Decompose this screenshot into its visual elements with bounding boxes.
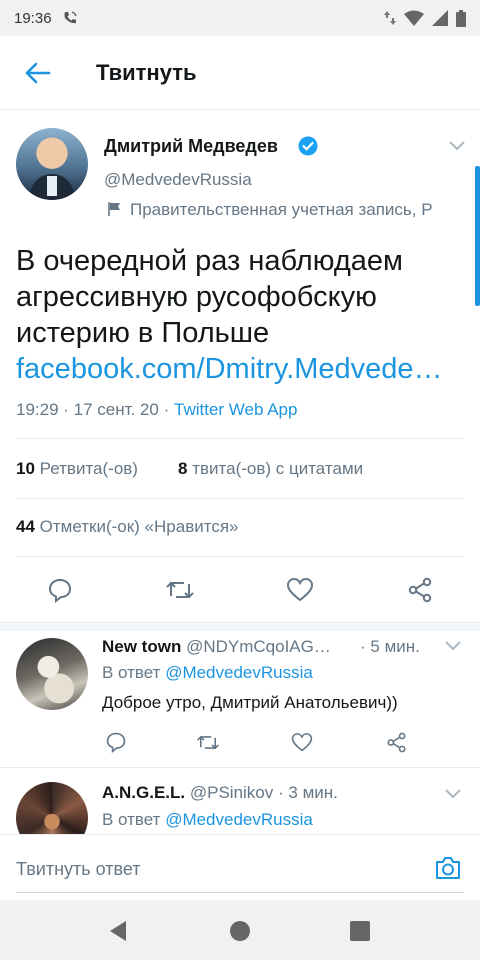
reply-card[interactable]: A.N.G.E.L. @PSinikov · 3 мин. В ответ @M… [0, 768, 480, 834]
like-button[interactable] [288, 728, 316, 756]
top-app-bar: Твитнуть [0, 36, 480, 110]
status-bar: 19:36 [0, 0, 480, 36]
author-name[interactable]: Дмитрий Медведев [104, 136, 278, 157]
tweet-text-line: агрессивную русофобскую [16, 281, 377, 313]
reply-to-handle[interactable]: @MedvedevRussia [165, 663, 313, 682]
reply-time: · 5 мин. [360, 637, 420, 656]
retweet-stats[interactable]: 10 Ретвита(-ов) [16, 459, 138, 479]
reply-to-prefix: В ответ [102, 663, 161, 682]
reply-icon [105, 731, 127, 753]
verified-badge-icon [298, 136, 318, 156]
divider [16, 438, 464, 439]
share-icon [407, 577, 433, 603]
author-handle[interactable]: @MedvedevRussia [104, 170, 252, 190]
reply-to-handle[interactable]: @MedvedevRussia [165, 810, 313, 829]
share-icon [386, 732, 407, 753]
reply-to-line: В ответ @MedvedevRussia [102, 663, 313, 683]
heart-icon [286, 577, 314, 603]
reply-button[interactable] [40, 570, 80, 610]
reply-author-name[interactable]: A.N.G.E.L. [102, 783, 185, 802]
share-button[interactable] [382, 728, 410, 756]
reply-header: A.N.G.E.L. @PSinikov · 3 мин. [102, 783, 338, 803]
reply-card[interactable]: New town @NDYmCqoIAG… · 5 мин. В ответ @… [0, 630, 480, 766]
reply-to-line: В ответ @MedvedevRussia [102, 810, 313, 830]
nav-back-icon[interactable] [108, 920, 128, 942]
battery-icon [456, 9, 466, 27]
nav-home-icon[interactable] [229, 920, 251, 942]
tweet-text-line: В очередной раз наблюдаем [16, 245, 403, 277]
quote-stats[interactable]: 8 твита(-ов) с цитатами [178, 459, 363, 479]
heart-icon [291, 732, 313, 753]
like-stats[interactable]: 44 Отметки(-ок) «Нравится» [16, 517, 239, 537]
reply-avatar[interactable] [16, 782, 88, 834]
compose-reply-bar: Твитнуть ответ [0, 834, 480, 900]
tweet-source[interactable]: Twitter Web App [174, 400, 297, 419]
reply-author-name[interactable]: New town [102, 637, 181, 656]
divider [16, 498, 464, 499]
tweet-text-line: истерию в Польше [16, 317, 270, 349]
arrow-left-icon [25, 62, 51, 84]
retweet-button[interactable] [160, 570, 200, 610]
tweet-text: В очередной раз наблюдаем агрессивную ру… [16, 243, 466, 387]
reply-author-handle[interactable]: @NDYmCqoIAG… [186, 637, 331, 656]
reply-time: · 3 мин. [278, 783, 338, 802]
compose-reply-input[interactable]: Твитнуть ответ [16, 859, 141, 880]
back-button[interactable] [2, 36, 74, 110]
system-navigation-bar [0, 900, 480, 960]
compose-underline [16, 892, 464, 893]
reply-time-value: 5 мин. [370, 637, 420, 656]
reply-avatar[interactable] [16, 638, 88, 710]
camera-icon[interactable] [434, 855, 462, 881]
wifi-icon [404, 10, 424, 26]
reply-header: New town @NDYmCqoIAG… [102, 637, 331, 657]
reply-icon [47, 577, 73, 603]
likes-label: Отметки(-ок) «Нравится» [39, 517, 239, 536]
share-button[interactable] [400, 570, 440, 610]
status-time: 19:36 [14, 9, 52, 27]
signal-icon [432, 10, 448, 26]
reply-time-value: 3 мин. [288, 783, 338, 802]
nav-recents-icon[interactable] [350, 921, 370, 941]
likes-count: 44 [16, 517, 35, 536]
divider [16, 556, 464, 557]
retweet-icon [165, 577, 195, 603]
retweets-count: 10 [16, 459, 35, 478]
retweet-icon [196, 732, 220, 753]
tweet-time: 19:29 [16, 400, 59, 419]
reply-to-prefix: В ответ [102, 810, 161, 829]
chevron-down-icon[interactable] [444, 640, 462, 652]
reply-button[interactable] [102, 728, 130, 756]
chevron-down-icon[interactable] [444, 788, 462, 800]
quotes-count: 8 [178, 459, 188, 478]
quotes-label: твита(-ов) с цитатами [192, 459, 364, 478]
tweet-meta: 19:29 · 17 сент. 20 · Twitter Web App [16, 400, 298, 419]
flag-icon [107, 201, 123, 217]
scrollbar[interactable] [475, 166, 480, 306]
divider [0, 622, 480, 630]
data-arrows-icon [384, 10, 396, 26]
account-label: Правительственная учетная запись, Р [130, 200, 433, 219]
retweet-button[interactable] [194, 728, 222, 756]
author-avatar[interactable] [16, 128, 88, 200]
tweet-date: 17 сент. 20 [73, 400, 159, 419]
retweets-label: Ретвита(-ов) [39, 459, 138, 478]
page-title: Твитнуть [96, 59, 197, 85]
tweet-link[interactable]: facebook.com/Dmitry.Medvede… [16, 351, 466, 387]
chevron-down-icon[interactable] [448, 140, 466, 152]
wifi-call-icon [62, 10, 78, 26]
reply-author-handle[interactable]: @PSinikov [190, 783, 273, 802]
reply-text: Доброе утро, Дмитрий Анатольевич)) [102, 693, 398, 712]
like-button[interactable] [280, 570, 320, 610]
